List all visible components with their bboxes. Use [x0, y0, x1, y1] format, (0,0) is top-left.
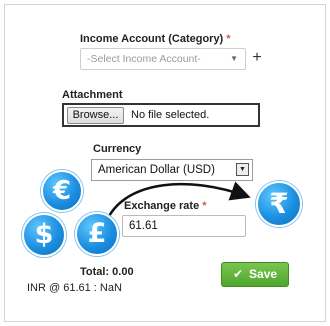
rupee-coin-icon: ₹ [256, 181, 302, 227]
checkmark-icon: ✔ [232, 267, 244, 281]
save-button-label: Save [249, 267, 278, 281]
inr-conversion-text: INR @ 61.61 : NaN [27, 282, 122, 294]
dollar-coin-icon: $ [22, 213, 66, 257]
pound-coin-icon: £ [75, 212, 119, 256]
total-amount: Total: 0.00 [80, 266, 134, 278]
euro-coin-icon: € [41, 170, 83, 212]
save-button[interactable]: ✔ Save [221, 262, 289, 287]
